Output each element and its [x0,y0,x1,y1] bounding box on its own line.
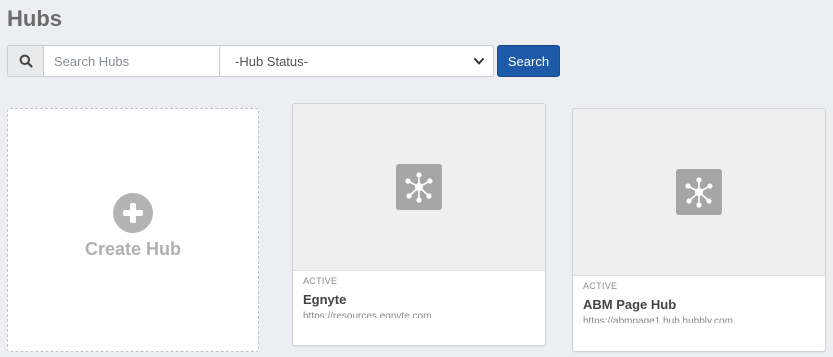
hub-status-badge: ACTIVE [303,276,338,286]
hub-url[interactable]: https://abmpage1.hub.hubbly.com [583,316,815,323]
hub-status-selected: -Hub Status- [235,53,308,69]
hub-status-badge: ACTIVE [583,281,618,291]
hub-status-select[interactable]: -Hub Status- [219,45,494,77]
hub-name[interactable]: ABM Page Hub [583,297,815,312]
search-icon [19,54,33,68]
plus-circle-icon [113,193,153,233]
hub-card-egnyte[interactable]: ACTIVE Egnyte https://resources.egnyte.c… [292,103,546,346]
hub-url[interactable]: https://resources.egnyte.com [303,311,535,318]
search-input[interactable] [43,45,227,77]
hub-card-abm-page-hub[interactable]: ACTIVE ABM Page Hub https://abmpage1.hub… [572,108,826,352]
create-hub-card[interactable]: Create Hub [7,108,259,352]
chevron-down-icon [474,58,484,65]
create-hub-label: Create Hub [84,239,182,259]
page-title: Hubs [7,6,62,31]
hub-network-icon [676,169,722,215]
hub-network-icon [396,164,442,210]
hub-thumbnail [573,109,825,276]
search-icon-button[interactable] [7,45,44,77]
hub-name[interactable]: Egnyte [303,292,535,307]
hub-thumbnail [293,104,545,271]
search-button[interactable]: Search [497,45,560,77]
